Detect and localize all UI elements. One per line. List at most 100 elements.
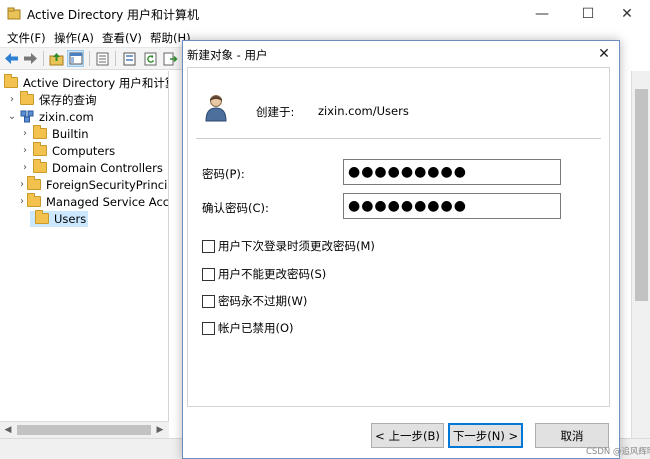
back-button[interactable] <box>3 50 20 67</box>
close-icon: ✕ <box>598 46 610 62</box>
menu-view[interactable]: 查看(V) <box>102 30 142 46</box>
collapse-chevron-icon[interactable]: ⌄ <box>7 111 17 122</box>
ou-folder-icon <box>33 159 47 173</box>
checkbox-label: 用户不能更改密码(S) <box>218 267 327 281</box>
next-button[interactable]: 下一步(N) > <box>448 423 523 448</box>
divider <box>196 138 601 139</box>
tree-item-managed-service-accounts[interactable]: › Managed Service Acco <box>0 193 168 210</box>
toolbar-separator <box>43 51 44 66</box>
folder-icon <box>20 91 34 105</box>
properties-button[interactable] <box>94 50 111 67</box>
confirm-password-label: 确认密码(C): <box>202 201 269 215</box>
folder-icon <box>33 125 47 139</box>
tree-item-label: zixin.com <box>39 109 94 124</box>
dialog-title: 新建对象 - 用户 <box>187 48 268 62</box>
must-change-password-checkbox[interactable] <box>202 239 215 253</box>
forward-arrow-icon <box>24 53 37 64</box>
minimize-button[interactable]: — <box>519 0 565 28</box>
scroll-thumb[interactable] <box>17 425 151 435</box>
expand-chevron-icon[interactable]: › <box>20 145 30 156</box>
tree-item-label: Computers <box>52 143 116 158</box>
checkbox-label: 帐户已禁用(O) <box>218 321 294 335</box>
scroll-left-icon[interactable]: ◀ <box>0 422 16 438</box>
checkbox-label: 密码永不过期(W) <box>218 294 308 308</box>
forward-button[interactable] <box>22 50 39 67</box>
toolbar-separator <box>115 51 116 66</box>
minimize-icon: — <box>535 6 549 22</box>
user-icon <box>205 95 227 122</box>
tree-item-label: 保存的查询 <box>39 92 97 107</box>
console-tree-icon <box>69 52 82 65</box>
tree-item-label: Users <box>54 211 87 226</box>
close-button[interactable]: ✕ <box>604 0 650 28</box>
must-change-password-option[interactable]: 用户下次登录时须更改密码(M) <box>202 238 375 254</box>
export-list-icon <box>123 52 136 65</box>
tree-item-domain[interactable]: ⌄ zixin.com <box>0 108 168 125</box>
account-disabled-checkbox[interactable] <box>202 321 215 335</box>
export-list-button[interactable] <box>121 50 138 67</box>
dialog-close-button[interactable]: ✕ <box>591 44 617 64</box>
tree-item-label: ForeignSecurityPrincipa <box>46 177 169 192</box>
folder-icon <box>27 193 41 207</box>
folder-icon <box>33 142 47 156</box>
details-pane-edge <box>169 71 182 438</box>
tree-item-computers[interactable]: › Computers <box>0 142 168 159</box>
tree-item-foreign-security-principals[interactable]: › ForeignSecurityPrincipa <box>0 176 168 193</box>
dialog-body: 创建于: zixin.com/Users 密码(P): ●●●●●●●●● 确认… <box>187 67 610 407</box>
details-vertical-scrollbar[interactable] <box>631 71 650 438</box>
refresh-button[interactable] <box>142 50 159 67</box>
password-never-expires-option[interactable]: 密码永不过期(W) <box>202 293 307 309</box>
up-folder-icon <box>49 52 64 65</box>
password-field[interactable]: ●●●●●●●●● <box>343 159 561 185</box>
scroll-right-icon[interactable]: ▶ <box>152 422 168 438</box>
menu-action[interactable]: 操作(A) <box>54 30 94 46</box>
toolbar-separator <box>89 51 90 66</box>
console-tree: Active Directory 用户和计算机 › 保存的查询 ⌄ zixin.… <box>0 71 169 438</box>
expand-chevron-icon[interactable]: › <box>7 94 17 105</box>
tree-item-domain-controllers[interactable]: › Domain Controllers <box>0 159 168 176</box>
created-in-label: 创建于: <box>256 105 295 119</box>
refresh-icon <box>144 52 157 65</box>
tree-item-label: Managed Service Acco <box>46 194 169 209</box>
domain-icon <box>20 110 34 123</box>
menu-file[interactable]: 文件(F) <box>7 30 46 46</box>
tree-item-users[interactable]: Users <box>0 210 168 227</box>
tree-item-users-selection: Users <box>30 210 89 227</box>
account-disabled-option[interactable]: 帐户已禁用(O) <box>202 320 294 336</box>
close-icon: ✕ <box>621 6 633 22</box>
tree-item-saved-queries[interactable]: › 保存的查询 <box>0 91 168 108</box>
ad-users-computers-icon <box>7 7 21 20</box>
show-console-tree-button[interactable] <box>67 50 84 67</box>
scroll-thumb[interactable] <box>635 89 648 301</box>
cannot-change-password-option[interactable]: 用户不能更改密码(S) <box>202 266 326 282</box>
properties-icon <box>96 52 109 65</box>
maximize-icon: ☐ <box>581 6 595 22</box>
dialog-titlebar: 新建对象 - 用户 ✕ <box>183 41 619 67</box>
password-label: 密码(P): <box>202 167 245 181</box>
confirm-password-field[interactable]: ●●●●●●●●● <box>343 193 561 219</box>
tree-item-label: Domain Controllers <box>52 160 163 175</box>
window-title: Active Directory 用户和计算机 <box>27 8 200 22</box>
back-arrow-icon <box>5 53 18 64</box>
expand-chevron-icon[interactable]: › <box>20 128 30 139</box>
tree-item-builtin[interactable]: › Builtin <box>0 125 168 142</box>
back-button[interactable]: < 上一步(B) <box>371 423 444 448</box>
up-level-button[interactable] <box>48 50 65 67</box>
folder-icon <box>35 210 49 224</box>
tree-horizontal-scrollbar[interactable]: ◀ ▶ <box>0 421 169 438</box>
created-in-value: zixin.com/Users <box>318 104 409 118</box>
expand-chevron-icon[interactable]: › <box>20 162 30 173</box>
tree-item-root[interactable]: Active Directory 用户和计算机 <box>0 74 168 91</box>
checkbox-label: 用户下次登录时须更改密码(M) <box>218 239 375 253</box>
expand-chevron-icon[interactable]: › <box>20 179 24 190</box>
password-never-expires-checkbox[interactable] <box>202 294 215 308</box>
ad-root-icon <box>4 74 18 88</box>
expand-chevron-icon[interactable]: › <box>20 196 24 207</box>
folder-icon <box>27 176 41 190</box>
cannot-change-password-checkbox[interactable] <box>202 267 215 281</box>
export-button[interactable] <box>162 50 179 67</box>
new-user-dialog: 新建对象 - 用户 ✕ 创建于: zixin.com/Users 密码(P): … <box>182 40 620 459</box>
tree-item-label: Active Directory 用户和计算机 <box>23 75 168 90</box>
watermark: CSDN @追风辉明月 <box>586 447 650 457</box>
tree-item-label: Builtin <box>52 126 89 141</box>
